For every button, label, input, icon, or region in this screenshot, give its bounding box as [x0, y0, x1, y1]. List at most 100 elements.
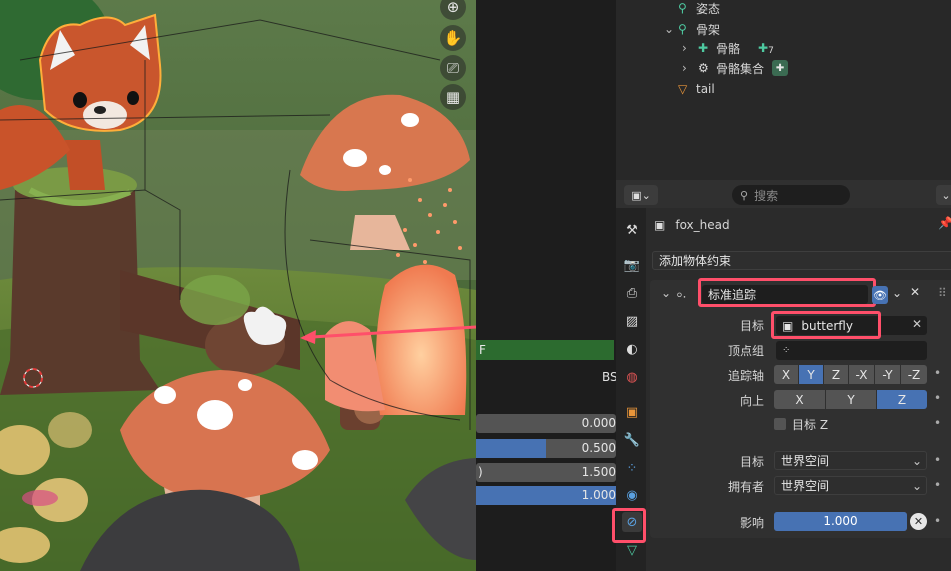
influence-keyframe-dot[interactable]: • [934, 514, 941, 528]
target-space-keyframe-dot[interactable]: • [934, 453, 941, 467]
outliner-item-label: 姿态 [696, 1, 721, 16]
track-axis-x-button[interactable]: X [774, 365, 798, 384]
tool-tab-icon[interactable]: ⚒ [622, 220, 642, 240]
up-axis-keyframe-dot[interactable]: • [934, 391, 941, 405]
up-axis-y-button[interactable]: Y [826, 390, 876, 409]
track-axis-neg-z-button[interactable]: -Z [901, 365, 927, 384]
influence-slider[interactable]: 1.000 [774, 512, 907, 531]
vertex-group-field[interactable]: ⁘ [776, 341, 927, 360]
scene-tab-icon[interactable]: ◐ [622, 339, 642, 359]
enable-constraint-eye-icon[interactable]: 👁 [872, 286, 888, 304]
owner-space-value: 世界空间 [781, 479, 830, 493]
track-to-icon: ⸰⸳ [676, 288, 687, 302]
modifier-tab-icon[interactable]: 🔧 [622, 430, 642, 450]
add-constraint-label: 添加物体约束 [659, 254, 732, 268]
track-axis-neg-y-button[interactable]: -Y [875, 365, 900, 384]
data-tab-icon[interactable]: ▽ [622, 540, 642, 560]
editor-type-dropdown[interactable]: ▣⌄ [624, 185, 658, 205]
outliner-item-armature[interactable]: ⌄ ⚲ 骨架 [664, 20, 720, 38]
track-axis-neg-x-button[interactable]: -X [849, 365, 874, 384]
target-z-row[interactable]: 目标 Z [774, 416, 828, 432]
object-icon: ▣ [654, 218, 666, 232]
outliner-item-bone-collections[interactable]: › ⚙ 骨骼集合 ✚ [682, 59, 789, 77]
bone-collection-icon: ⚙ [698, 61, 709, 75]
up-axis-label: 向上 [739, 394, 764, 408]
target-space-value: 世界空间 [781, 454, 830, 468]
world-tab-icon[interactable]: ◍ [622, 367, 642, 387]
constraint-menu-chevron-icon[interactable]: ⌄ [892, 286, 902, 300]
hand-pan-icon[interactable]: ✋ [440, 25, 466, 51]
value-field-1[interactable]: 0.000 [476, 414, 616, 433]
target-space-dropdown[interactable]: 世界空间 ⌄ [774, 451, 927, 470]
constraint-tab-highlight [612, 508, 646, 543]
value-field-2[interactable]: 0.500 [476, 439, 616, 458]
view-layer-tab-icon[interactable]: ▨ [622, 311, 642, 331]
target-z-keyframe-dot[interactable]: • [934, 416, 941, 430]
track-axis-z-button[interactable]: Z [824, 365, 848, 384]
target-label: 目标 [739, 319, 764, 333]
disable-influence-icon[interactable]: ✕ [910, 513, 927, 530]
target-z-checkbox[interactable] [774, 418, 786, 430]
object-tab-icon[interactable]: ▣ [622, 402, 642, 422]
chevron-down-icon: ⌄ [911, 478, 922, 493]
paren-text: ) [478, 465, 483, 479]
owner-space-dropdown[interactable]: 世界空间 ⌄ [774, 476, 927, 495]
properties-editor: ▣⌄ ⚲ 搜索 ⌄ ⚒ 📷 ⎙ ▨ ◐ ◍ ▣ 🔧 ⁘ ◉ ⊘ ▽ ▣ fox_… [612, 180, 951, 571]
search-input[interactable]: ⚲ 搜索 [732, 185, 850, 205]
value-field-4[interactable]: 1.000 [476, 486, 616, 505]
track-axis-y-button[interactable]: Y [799, 365, 823, 384]
physics-tab-icon[interactable]: ◉ [622, 485, 642, 505]
vertex-group-icon: ▽ [678, 82, 688, 96]
object-name: fox_head [675, 218, 730, 232]
side-panel: F BS 0.000 0.500 ) 1.500 1.000 [476, 0, 618, 571]
outliner-item-label: 骨架 [696, 22, 721, 37]
outliner-item-label: tail [696, 82, 715, 96]
object-name-row: ▣ fox_head [654, 216, 730, 234]
value-bar-fill-2 [476, 439, 546, 458]
side-panel-header: F [476, 340, 614, 360]
target-field-highlight [771, 311, 881, 339]
owner-space-label: 拥有者 [727, 480, 764, 494]
camera-icon[interactable]: ⎚ [440, 55, 466, 81]
track-axis-keyframe-dot[interactable]: • [934, 366, 941, 380]
armature-icon: ⚲ [678, 22, 687, 36]
influence-label: 影响 [739, 516, 764, 530]
output-tab-icon[interactable]: ⎙ [622, 283, 642, 303]
outliner-item-bones[interactable]: › ✚ 骨骼 ✚ 7 [682, 39, 774, 57]
bone-count-icon: ✚ [758, 41, 769, 55]
pose-icon: ⚲ [678, 1, 687, 15]
value-text-4: 1.000 [581, 488, 616, 502]
bone-count-badge: 7 [768, 46, 774, 56]
delete-constraint-icon[interactable]: ✕ [910, 285, 920, 299]
constraint-collapse-icon[interactable]: ⌄ [661, 286, 671, 300]
filter-dropdown[interactable]: ⌄ [936, 185, 951, 205]
target-z-label: 目标 Z [792, 417, 829, 432]
bone-collection-badge-icon: ✚ [772, 60, 789, 76]
outliner-item-pose[interactable]: ⚲ 姿态 [678, 0, 720, 16]
up-axis-z-button[interactable]: Z [877, 390, 927, 409]
chevron-down-icon[interactable]: ⌄ [664, 22, 678, 36]
owner-space-keyframe-dot[interactable]: • [934, 478, 941, 492]
vertex-group-field-icon: ⁘ [782, 345, 791, 356]
value-field-3[interactable]: ) 1.500 [476, 463, 616, 482]
search-placeholder: 搜索 [754, 188, 779, 203]
clear-target-icon[interactable]: ✕ [912, 317, 922, 331]
3d-viewport[interactable]: ⊕ ✋ ⎚ ▦ [0, 0, 476, 571]
bone-icon: ✚ [698, 41, 709, 55]
outliner: ⚲ 姿态 ⌄ ⚲ 骨架 › ✚ 骨骼 ✚ 7 › ⚙ 骨骼集合 ✚ ▽ tail [616, 0, 951, 180]
chevron-right-icon[interactable]: › [682, 41, 698, 55]
track-axis-label: 追踪轴 [727, 369, 764, 383]
drag-handle-icon[interactable]: ⠿ [938, 286, 947, 300]
grid-perspective-icon[interactable]: ▦ [440, 84, 466, 110]
chevron-down-icon: ⌄ [911, 453, 922, 468]
up-axis-x-button[interactable]: X [774, 390, 825, 409]
pin-icon[interactable]: 📌 [938, 216, 951, 230]
particles-tab-icon[interactable]: ⁘ [622, 458, 642, 478]
influence-value: 1.000 [823, 514, 858, 528]
render-tab-icon[interactable]: 📷 [622, 255, 642, 275]
value-text-2: 0.500 [581, 441, 616, 455]
outliner-item-label: 骨骼 [716, 41, 741, 56]
add-constraint-dropdown[interactable]: 添加物体约束 [652, 251, 951, 270]
chevron-right-icon[interactable]: › [682, 61, 698, 75]
outliner-item-tail[interactable]: ▽ tail [678, 80, 715, 98]
